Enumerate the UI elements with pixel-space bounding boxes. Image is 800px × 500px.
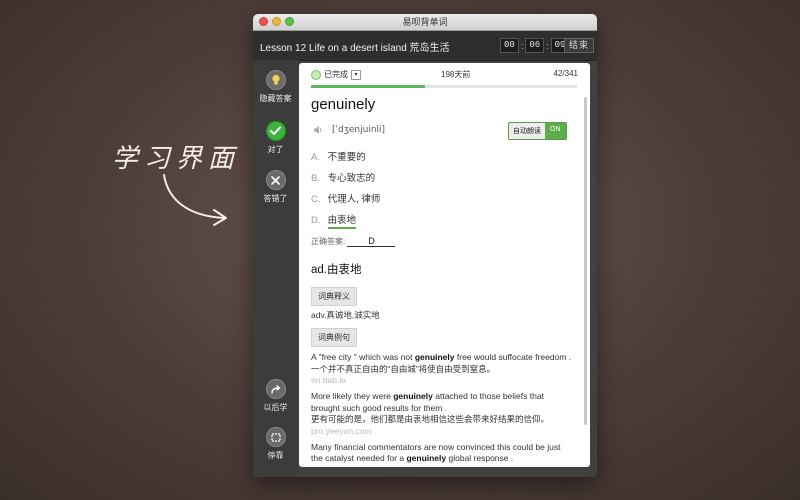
action-sidebar: 隐藏答案 对了 答错了 以后学 停靠 [253, 60, 298, 477]
example-source[interactable]: en.bab.la [311, 375, 573, 386]
option-text: 代理人, 律师 [327, 194, 381, 205]
pronunciation-row: [ˈdʒenjuinli] 自动朗读 ON [311, 120, 573, 142]
example-sentence: A "free city " which was not genuinely f… [311, 352, 573, 386]
study-timer: 00 : 06 : 09 [500, 38, 570, 53]
title-bar: 易呗背单词 [253, 14, 597, 31]
promo-caption: 学习界面 [112, 144, 241, 174]
x-icon [265, 170, 286, 190]
dock-button[interactable]: 停靠 [253, 427, 298, 461]
status-label: 已完成 [324, 70, 348, 79]
dict-examples-button[interactable]: 词典例句 [311, 328, 357, 347]
check-icon [265, 121, 286, 141]
lesson-title: Lesson 12 Life on a desert island 荒岛生活 [260, 43, 450, 54]
progress-fill [311, 85, 426, 88]
zoom-window-button[interactable] [285, 17, 294, 26]
phonetic: [ˈdʒenjuinli] [332, 125, 386, 135]
example-en: A "free city " which was not genuinely f… [311, 352, 572, 362]
example-en: Many financial commentators are now conv… [311, 441, 561, 464]
correct-answer-row: 正确答案: D [311, 236, 573, 252]
option-d[interactable]: D. 由衷地 [311, 212, 573, 233]
hide-answer-button[interactable]: 隐藏答案 [253, 70, 298, 104]
wrong-button[interactable]: 答错了 [253, 170, 298, 204]
card-header: 已完成 ▾ 198天前 42/341 [299, 63, 590, 88]
learn-later-button[interactable]: 以后学 [253, 379, 298, 413]
example-zh: 一个并不真正自由的“自由城”将使自由受到窒息。 [311, 363, 496, 374]
correct-button[interactable]: 对了 [253, 121, 298, 155]
answer-options: A. 不重要的 B. 专心致志的 C. 代理人, 律师 D. 由衷地 [311, 149, 573, 233]
correct-answer-value: D [347, 236, 396, 247]
promo-arrow-icon [163, 174, 227, 226]
app-window: 易呗背单词 Lesson 12 Life on a desert island … [253, 14, 597, 477]
word-counter: 42/341 [553, 69, 578, 78]
correct-label: 对了 [267, 145, 284, 154]
correct-answer-label: 正确答案: [311, 237, 346, 246]
scrollbar[interactable] [584, 97, 587, 425]
hide-answer-label: 隐藏答案 [259, 94, 292, 103]
auto-read-label: 自动朗读 [509, 123, 545, 139]
dict-definition-text: adv.真诚地,诚实地 [311, 310, 380, 320]
learn-later-label: 以后学 [263, 403, 288, 412]
example-sentence: More likely they were genuinely attached… [311, 391, 573, 437]
option-letter: D. [311, 215, 321, 226]
timer-hours: 00 [500, 38, 519, 53]
auto-read-toggle[interactable]: 自动朗读 ON [508, 122, 567, 140]
minimize-window-button[interactable] [272, 17, 281, 26]
option-text: 专心致志的 [327, 173, 376, 184]
option-letter: C. [311, 194, 321, 205]
timer-minutes: 06 [525, 38, 545, 53]
close-window-button[interactable] [259, 17, 268, 26]
option-text: 由衷地 [327, 212, 357, 229]
option-c[interactable]: C. 代理人, 律师 [311, 191, 573, 212]
option-b[interactable]: B. 专心致志的 [311, 170, 573, 191]
option-text: 不重要的 [327, 152, 366, 163]
end-button[interactable]: 结束 [564, 38, 595, 53]
status-dot-icon [311, 69, 321, 80]
word-card: 已完成 ▾ 198天前 42/341 genuinely [ˈdʒenjuinl… [299, 63, 590, 467]
example-en: More likely they were genuinely attached… [311, 391, 544, 413]
auto-read-state: ON [545, 123, 566, 139]
progress-bar [311, 85, 577, 88]
dict-definition-button[interactable]: 词典释义 [311, 287, 357, 306]
vocab-word: genuinely [311, 96, 376, 113]
main-definition: ad.由衷地 [311, 264, 362, 276]
card-content: genuinely [ˈdʒenjuinli] 自动朗读 ON A. 不重要的 [311, 93, 573, 465]
last-studied: 198天前 [441, 70, 471, 79]
lesson-bar: Lesson 12 Life on a desert island 荒岛生活 0… [253, 31, 597, 61]
speaker-icon[interactable] [313, 125, 323, 135]
option-letter: B. [311, 173, 320, 184]
share-arrow-icon [265, 379, 286, 399]
example-sentence: Many financial commentators are now conv… [311, 442, 573, 465]
wrong-label: 答错了 [263, 194, 288, 203]
dock-icon [265, 427, 286, 447]
option-letter: A. [311, 152, 320, 163]
example-zh: 更有可能的是，他们都是由衷地相信这些会带来好结果的信仰。 [311, 414, 550, 424]
window-title: 易呗背单词 [402, 17, 448, 27]
lightbulb-icon [265, 70, 286, 90]
option-a[interactable]: A. 不重要的 [311, 149, 573, 170]
dock-label: 停靠 [267, 451, 284, 460]
chevron-down-icon[interactable]: ▾ [351, 69, 361, 80]
status-filter[interactable]: 已完成 ▾ [311, 69, 361, 80]
example-source[interactable]: pro.yeeyan.com [311, 426, 573, 437]
